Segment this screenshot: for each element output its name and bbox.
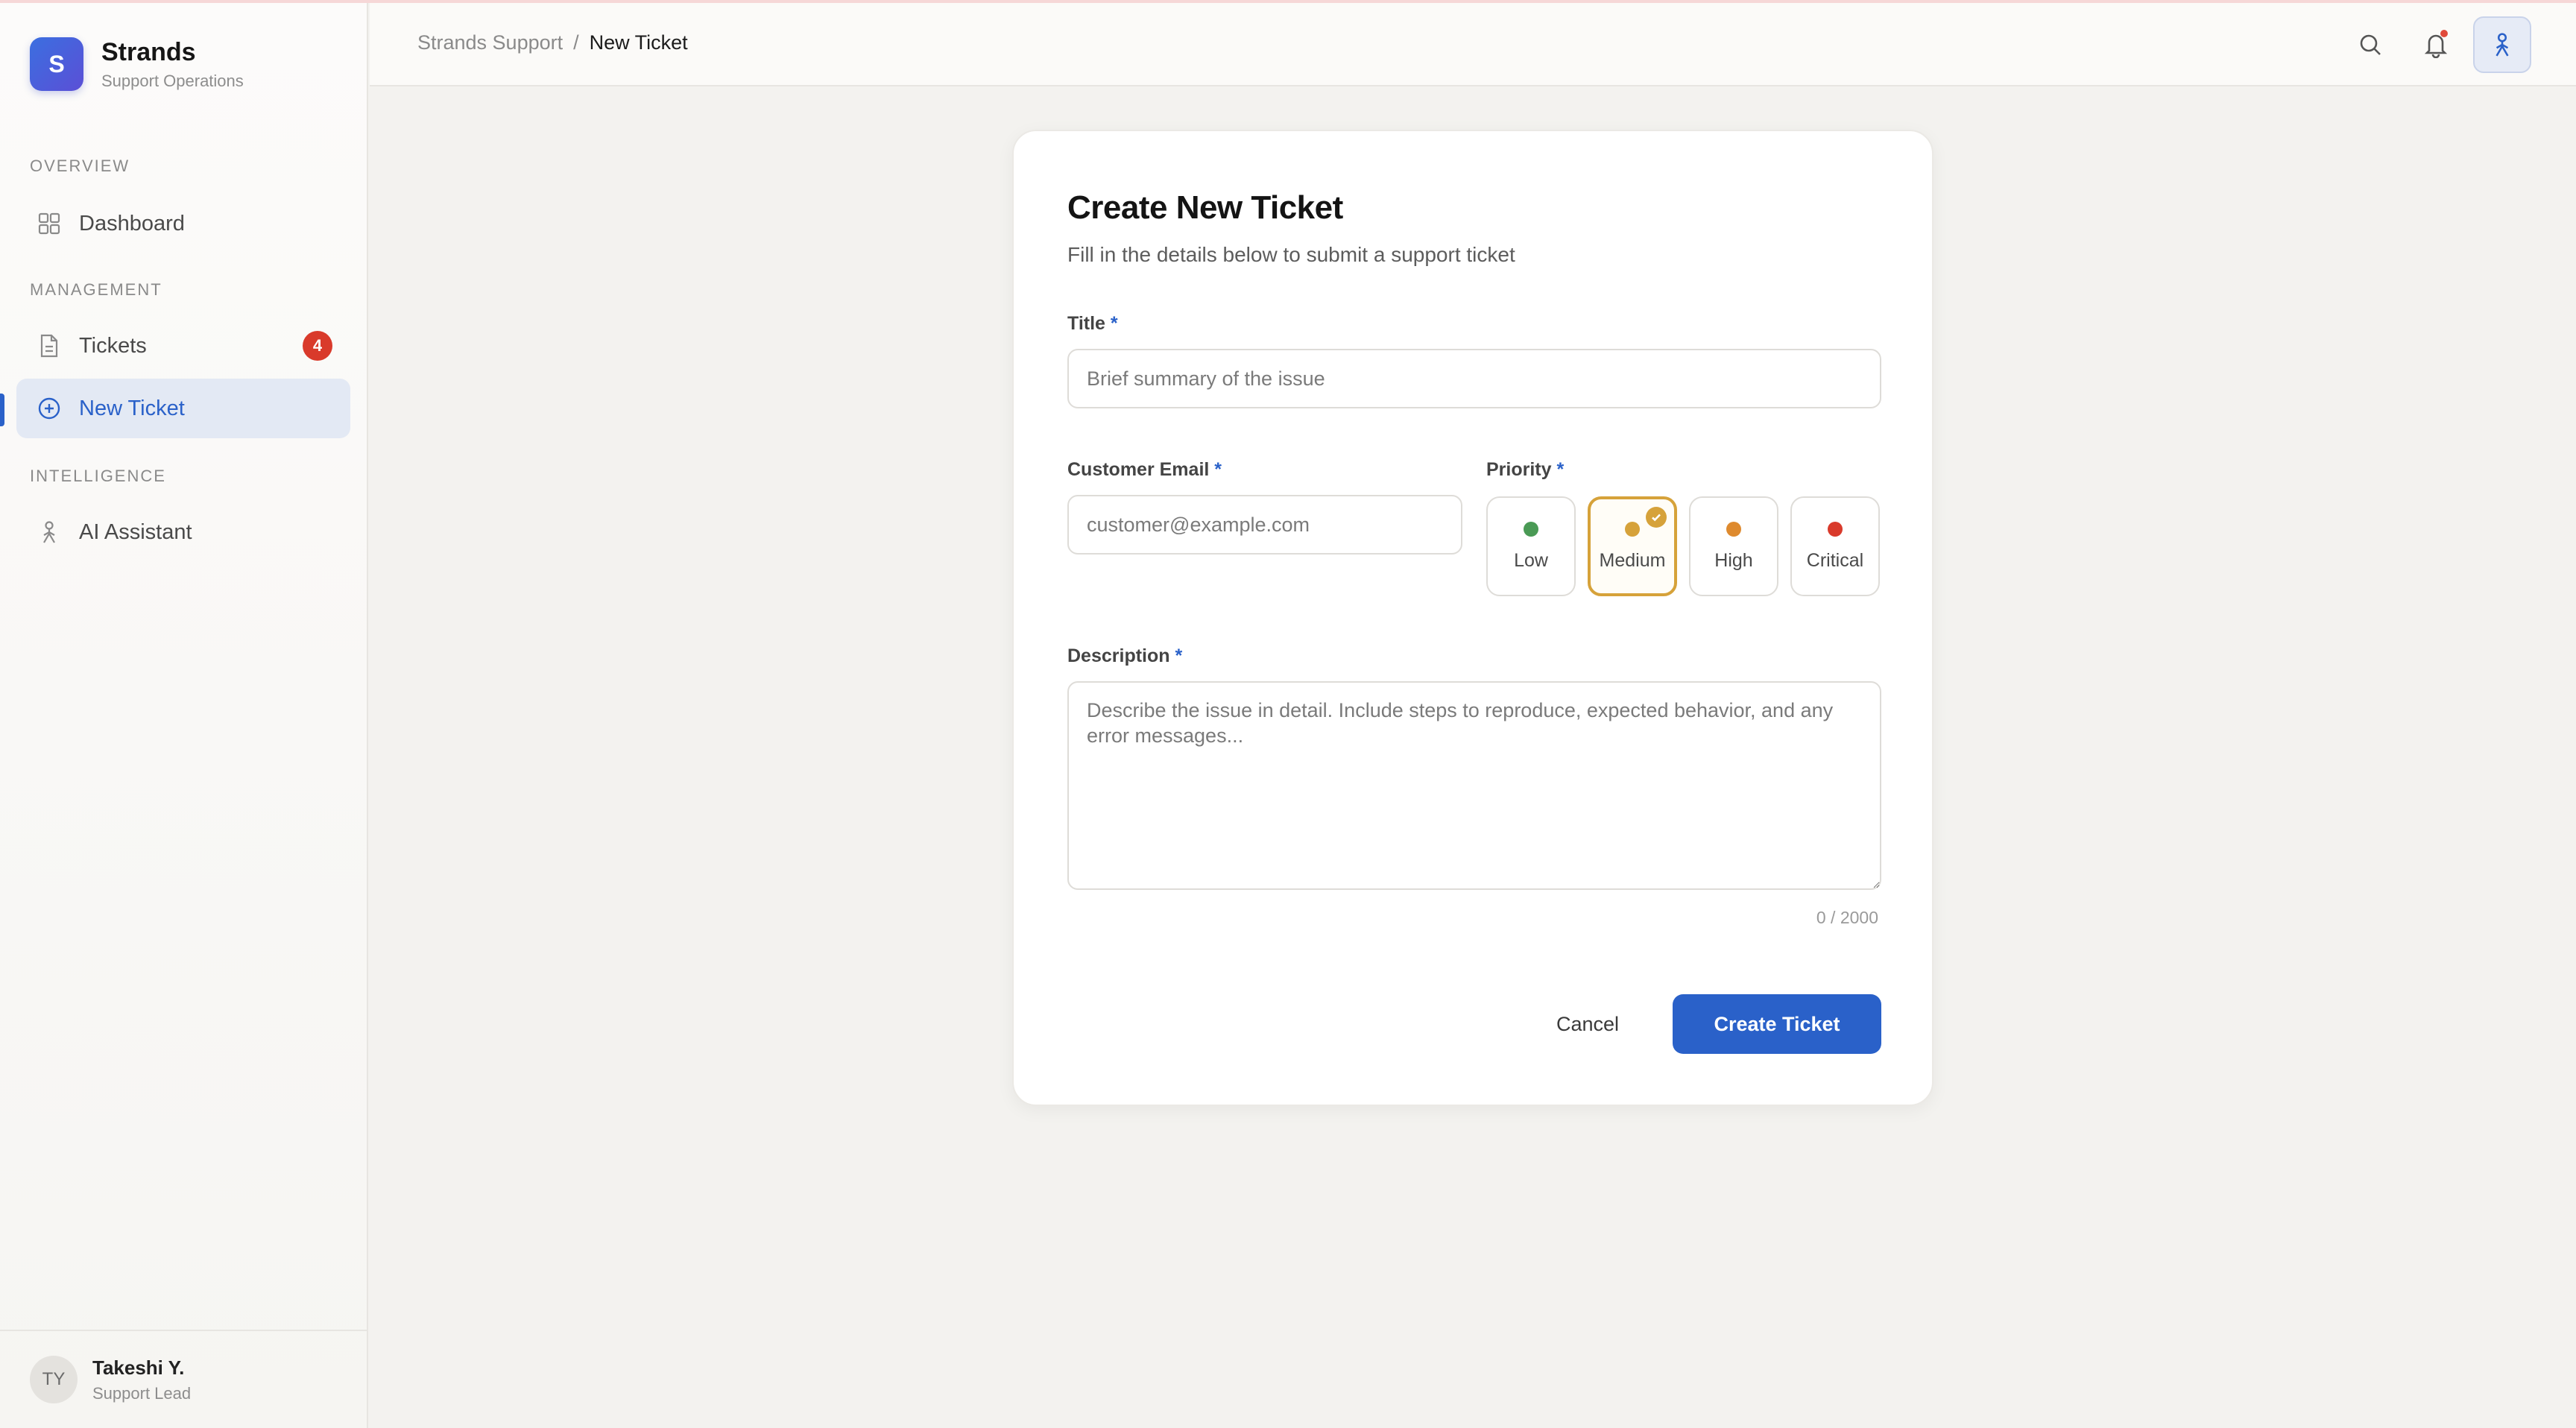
user-name: Takeshi Y.: [92, 1356, 185, 1379]
required-mark: *: [1175, 645, 1183, 666]
character-counter: 0 / 2000: [1816, 908, 1878, 927]
check-icon: [1646, 507, 1667, 528]
user-profile[interactable]: TY Takeshi Y. Support Lead: [0, 1330, 368, 1428]
top-header: Strands Support / New Ticket: [370, 3, 2576, 86]
priority-option-medium[interactable]: Medium: [1588, 496, 1677, 596]
priority-dot-low: [1524, 521, 1538, 537]
breadcrumb-root[interactable]: Strands Support: [417, 31, 563, 54]
email-label: Customer Email *: [1067, 459, 1222, 480]
section-label-overview: OVERVIEW: [30, 157, 130, 175]
sidebar-item-tickets[interactable]: Tickets 4: [16, 316, 350, 376]
page-title: Create New Ticket: [1067, 189, 1343, 226]
brand-subtitle: Support Operations: [101, 71, 244, 90]
sidebar-item-label: New Ticket: [79, 396, 185, 420]
priority-dot-critical: [1828, 521, 1843, 537]
sidebar-item-ai-assistant[interactable]: AI Assistant: [16, 502, 350, 562]
brand-name: Strands: [101, 37, 196, 66]
required-mark: *: [1110, 313, 1118, 334]
assistant-icon[interactable]: [2473, 16, 2531, 73]
person-icon: [36, 519, 63, 546]
sidebar-item-label: Tickets: [79, 333, 147, 358]
brand[interactable]: S Strands Support Operations: [30, 37, 244, 91]
brand-logo: S: [30, 37, 83, 91]
notification-dot: [2440, 30, 2448, 37]
section-label-intelligence: INTELLIGENCE: [30, 467, 166, 485]
priority-dot-high: [1726, 521, 1741, 537]
breadcrumb-separator: /: [573, 31, 579, 54]
breadcrumb-current: New Ticket: [589, 31, 688, 54]
required-mark: *: [1214, 459, 1222, 480]
title-label: Title *: [1067, 313, 1118, 334]
avatar: TY: [30, 1356, 78, 1403]
search-icon[interactable]: [2351, 25, 2390, 64]
priority-option-low[interactable]: Low: [1486, 496, 1576, 596]
required-mark: *: [1556, 459, 1565, 480]
section-label-management: MANAGEMENT: [30, 280, 162, 299]
description-textarea[interactable]: [1067, 681, 1881, 890]
sidebar: S Strands Support Operations OVERVIEW Da…: [0, 3, 368, 1428]
breadcrumb: Strands Support / New Ticket: [417, 31, 688, 54]
sidebar-item-dashboard[interactable]: Dashboard: [16, 194, 350, 253]
priority-option-high[interactable]: High: [1689, 496, 1778, 596]
bell-icon[interactable]: [2416, 25, 2455, 64]
sidebar-item-new-ticket[interactable]: New Ticket: [16, 379, 350, 438]
plus-circle-icon: [36, 395, 63, 422]
customer-email-input[interactable]: [1067, 495, 1462, 555]
page-subtitle: Fill in the details below to submit a su…: [1067, 243, 1515, 266]
description-label: Description *: [1067, 645, 1183, 666]
cancel-button[interactable]: Cancel: [1535, 994, 1640, 1054]
title-input[interactable]: [1067, 349, 1881, 408]
sidebar-item-label: Dashboard: [79, 211, 185, 236]
create-ticket-button[interactable]: Create Ticket: [1673, 994, 1881, 1054]
user-role: Support Lead: [92, 1383, 192, 1403]
priority-label: Priority *: [1486, 459, 1565, 480]
tickets-count-badge: 4: [303, 331, 332, 361]
priority-option-critical[interactable]: Critical: [1790, 496, 1880, 596]
priority-dot-medium: [1625, 521, 1640, 537]
document-icon: [36, 332, 63, 359]
active-indicator: [0, 394, 4, 426]
grid-icon: [36, 210, 63, 237]
sidebar-item-label: AI Assistant: [79, 519, 192, 544]
new-ticket-card: Create New Ticket Fill in the details be…: [1012, 130, 1933, 1106]
